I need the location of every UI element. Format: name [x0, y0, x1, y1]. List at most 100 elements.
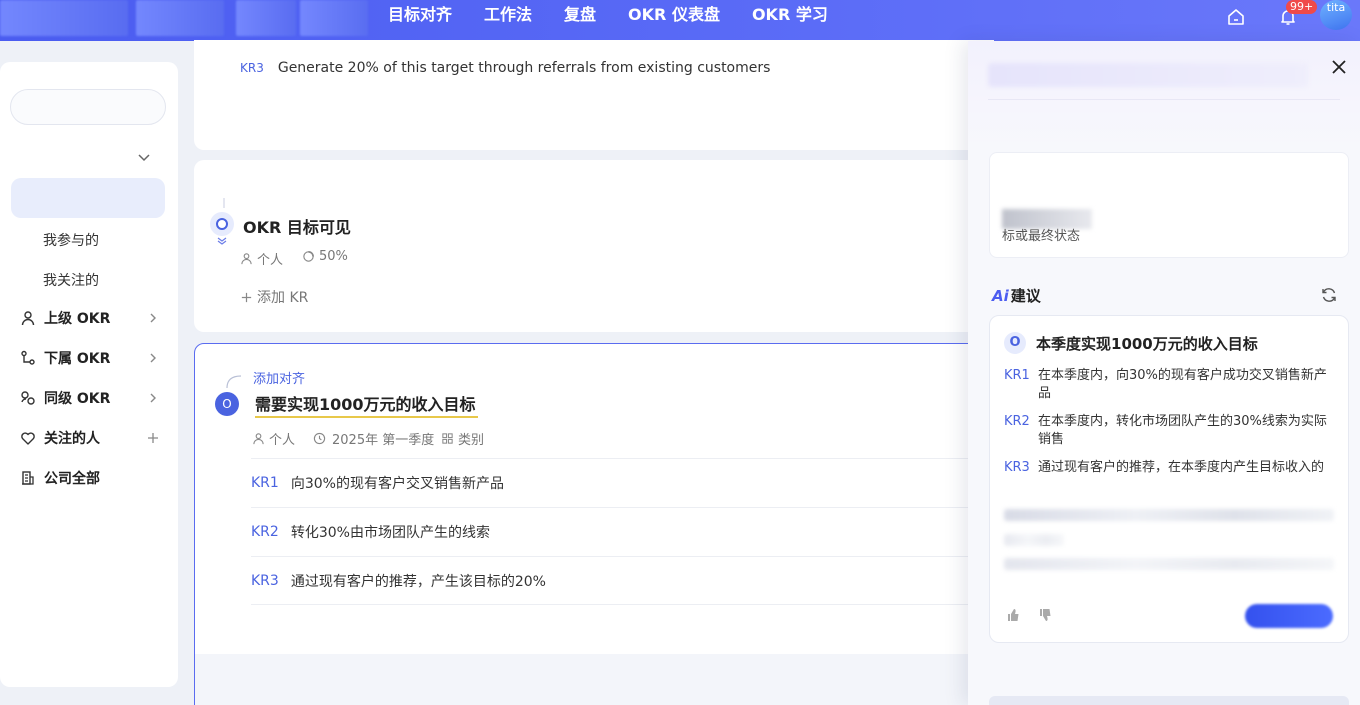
org-tree-icon [21, 350, 35, 365]
sidebar-item-subordinate-okr[interactable]: 下属 OKR [20, 348, 160, 368]
nav-item-methods[interactable]: 工作法 [484, 0, 532, 30]
nav-item-review[interactable]: 复盘 [564, 0, 596, 30]
owner-meta: 个人 [240, 249, 283, 268]
next-suggestion-card [989, 696, 1349, 705]
add-kr-button[interactable]: 添加 KR [240, 287, 308, 307]
kr-text: 向30%的现有客户交叉销售新产品 [290, 476, 504, 492]
category-label: 类别 [458, 433, 485, 448]
kr-tag: KR2 [1004, 414, 1030, 429]
sidebar-item-label: 公司全部 [44, 471, 100, 487]
kr-row[interactable]: KR1 向30%的现有客户交叉销售新产品 [251, 458, 995, 507]
user-icon [21, 311, 35, 326]
nav-item-okr-dashboard[interactable]: OKR 仪表盘 [628, 0, 720, 30]
thumbs-down-icon[interactable] [1038, 608, 1052, 622]
okr-card-visible: OKR 目标可见 个人 50% 添加 KR [194, 160, 994, 332]
kr-text: 转化30%由市场团队产生的线索 [290, 525, 490, 541]
sidebar-item-label: 下属 OKR [44, 351, 111, 367]
kr-row[interactable]: KR2 转化30%由市场团队产生的线索 [251, 507, 995, 556]
kr-row[interactable]: KR3 通过现有客户的推荐，产生该目标的20% [251, 556, 995, 605]
double-chevron-down-icon[interactable] [216, 236, 228, 246]
peers-icon [21, 391, 35, 405]
owner-meta[interactable]: 个人 [252, 429, 295, 448]
objective-dot [210, 212, 234, 236]
blurred-text [1004, 509, 1334, 521]
notification-badge: 99+ [1286, 0, 1318, 14]
ai-suggestion-heading: Ai 建议 [992, 285, 1041, 306]
nav-item-goal-alignment[interactable]: 目标对齐 [388, 0, 452, 30]
refresh-icon[interactable] [1320, 286, 1338, 304]
sidebar-item-superior-okr[interactable]: 上级 OKR [20, 308, 160, 328]
adopt-suggestion-button[interactable] [1245, 604, 1333, 628]
chevron-right-icon [150, 393, 156, 403]
chevron-down-icon[interactable] [136, 149, 152, 165]
progress-value: 50% [319, 249, 348, 264]
chevron-right-icon [150, 353, 156, 363]
kr-text: Generate 20% of this target through refe… [277, 60, 771, 76]
suggestion-kr: KR1 在本季度内，向30%的现有客户成功交叉销售新产品 [1004, 367, 1334, 403]
add-kr-label: 添加 KR [257, 290, 309, 306]
blurred-nav-item [236, 0, 296, 36]
home-icon[interactable] [1226, 7, 1246, 27]
blurred-nav-item [136, 0, 224, 36]
blurred-text [1004, 558, 1334, 570]
progress-meta: 50% [302, 249, 348, 264]
align-connector-icon [226, 375, 242, 388]
blurred-logo [0, 0, 128, 36]
avatar[interactable]: tita [1320, 0, 1352, 30]
sidebar-item-label: 关注的人 [44, 431, 100, 447]
kr-text: 通过现有客户的推荐，产生该目标的20% [290, 573, 546, 590]
divider [988, 99, 1340, 100]
connector-line [223, 198, 225, 208]
heart-icon [21, 432, 35, 445]
suggestion-objective: O 本季度实现1000万元的收入目标 [1004, 332, 1258, 354]
kr-tag: KR3 [1004, 460, 1030, 475]
building-icon [22, 471, 34, 485]
suggestion-kr: KR3 通过现有客户的推荐，在本季度内产生目标收入的 [1004, 459, 1334, 477]
suggestion-kr: KR2 在本季度内，转化市场团队产生的30%线索为实际销售 [1004, 413, 1334, 449]
sidebar-search-input[interactable] [10, 89, 166, 125]
kr-text: 在本季度内，向30%的现有客户成功交叉销售新产品 [1038, 368, 1327, 401]
kr-text: 在本季度内，转化市场团队产生的30%线索为实际销售 [1038, 414, 1327, 447]
suggestion-card[interactable]: O 本季度实现1000万元的收入目标 KR1 在本季度内，向30%的现有客户成功… [989, 315, 1349, 643]
ai-suggestion-drawer: 标或最终状态 Ai 建议 O 本季度实现1000万元的收入目标 KR1 在本季度… [968, 41, 1360, 705]
period-meta[interactable]: 2025年 第一季度 [313, 429, 434, 448]
ai-suggestion-title: 建议 [1010, 287, 1041, 305]
kr-row[interactable]: KR3 Generate 20% of this target through … [240, 60, 770, 77]
plus-icon[interactable] [146, 431, 160, 445]
sidebar-item-participated[interactable]: 我参与的 [43, 230, 99, 250]
period-label: 2025年 第一季度 [332, 433, 435, 448]
sidebar-item-active[interactable] [11, 178, 165, 218]
sidebar-item-company-all[interactable]: 公司全部 [20, 468, 160, 488]
owner-label: 个人 [257, 253, 284, 268]
objective-title[interactable]: OKR 目标可见 [243, 214, 351, 238]
sidebar-item-followed[interactable]: 我关注的 [43, 270, 99, 290]
progress-ring-icon [303, 251, 314, 262]
kr-tag: KR3 [240, 61, 264, 75]
blurred-text [1004, 534, 1064, 546]
top-navigation-bar: 目标对齐 工作法 复盘 OKR 仪表盘 OKR 学习 99+ tita [0, 0, 1360, 41]
objective-dot: O [215, 392, 239, 416]
thumbs-up-icon[interactable] [1006, 608, 1020, 622]
blurred-nav-item [300, 0, 368, 36]
plus-icon [241, 292, 252, 302]
kr-tag: KR1 [251, 475, 279, 491]
objective-input-box[interactable]: 标或最终状态 [989, 152, 1349, 258]
add-alignment-link[interactable]: 添加对齐 [253, 368, 305, 387]
sidebar-item-label: 上级 OKR [44, 311, 111, 327]
sidebar-item-followed-people[interactable]: 关注的人 [20, 428, 160, 448]
okr-card-revenue: 添加对齐 O 需要实现1000万元的收入目标 个人 2025年 第一季度 类别 … [194, 343, 995, 705]
card-footer-area [195, 654, 993, 705]
kr-text: 通过现有客户的推荐，在本季度内产生目标收入的 [1038, 460, 1325, 475]
sidebar-item-label: 同级 OKR [44, 391, 111, 407]
main-nav: 目标对齐 工作法 复盘 OKR 仪表盘 OKR 学习 [388, 0, 828, 30]
sidebar: 我参与的 我关注的 上级 OKR 下属 OKR 同级 OKR 关注的人 公司全部 [0, 62, 178, 687]
category-meta[interactable]: 类别 [441, 429, 484, 448]
chevron-right-icon [150, 313, 156, 323]
nav-item-okr-learning[interactable]: OKR 学习 [752, 0, 828, 30]
close-icon[interactable] [1330, 58, 1348, 76]
objective-title[interactable]: 需要实现1000万元的收入目标 [255, 391, 478, 418]
sidebar-item-peer-okr[interactable]: 同级 OKR [20, 388, 160, 408]
drawer-header [968, 41, 1360, 151]
objective-input-text: 标或最终状态 [1002, 229, 1081, 244]
kr-tag: KR2 [251, 524, 279, 540]
